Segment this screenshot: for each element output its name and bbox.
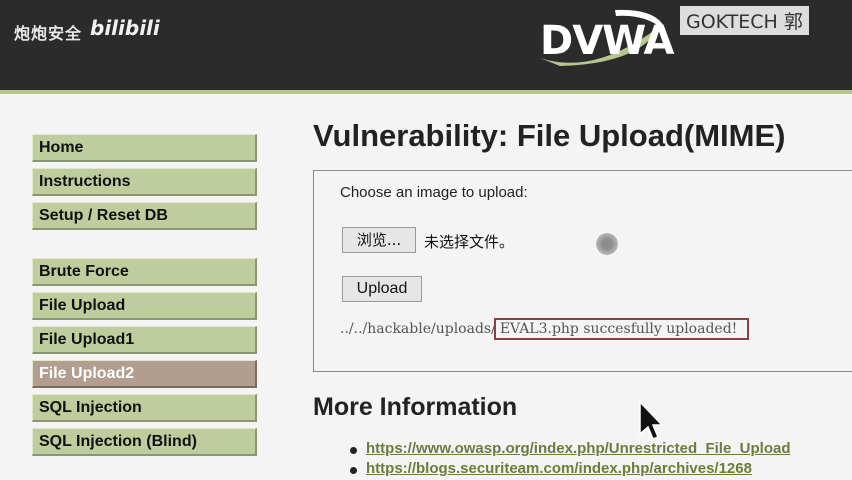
sidebar-item-file-upload2[interactable]: File Upload2 bbox=[32, 360, 257, 388]
securiteam-link[interactable]: https://blogs.securiteam.com/index.php/a… bbox=[366, 460, 752, 477]
upload-result-message: ../../hackable/uploads/EVAL3.php succesf… bbox=[340, 318, 750, 340]
sidebar-item-file-upload[interactable]: File Upload bbox=[32, 292, 257, 320]
upload-result-highlight: EVAL3.php succesfully uploaded! bbox=[493, 318, 750, 340]
click-indicator-icon bbox=[596, 233, 618, 255]
header-banner: 炮炮安全 bilibili DVWA GOKTECH 郭 bbox=[0, 0, 852, 94]
watermark-bilibili-logo: bilibili bbox=[90, 16, 160, 40]
sidebar-item-instructions[interactable]: Instructions bbox=[32, 168, 257, 196]
upload-result-path: ../../hackable/uploads/ bbox=[340, 321, 496, 337]
sidebar-item-home[interactable]: Home bbox=[32, 134, 257, 162]
sidebar-item-sql-injection[interactable]: SQL Injection bbox=[32, 394, 257, 422]
sidebar-item-setup-reset-db[interactable]: Setup / Reset DB bbox=[32, 202, 257, 230]
watermark-goktech: GOKTECH 郭 bbox=[680, 6, 809, 35]
list-item: https://www.owasp.org/index.php/Unrestri… bbox=[350, 440, 791, 460]
upload-button[interactable]: Upload bbox=[342, 276, 422, 302]
browse-file-button[interactable]: 浏览... bbox=[342, 227, 416, 253]
sidebar-item-brute-force[interactable]: Brute Force bbox=[32, 258, 257, 286]
more-information-links: https://www.owasp.org/index.php/Unrestri… bbox=[350, 440, 791, 480]
more-information-heading: More Information bbox=[313, 393, 518, 421]
dvwa-logo: DVWA bbox=[540, 18, 674, 64]
sidebar-item-file-upload1[interactable]: File Upload1 bbox=[32, 326, 257, 354]
page-title: Vulnerability: File Upload(MIME) bbox=[313, 118, 786, 153]
no-file-selected-label: 未选择文件。 bbox=[424, 233, 515, 251]
watermark-channel-name: 炮炮安全 bbox=[14, 24, 83, 43]
choose-image-label: Choose an image to upload: bbox=[340, 184, 528, 201]
sidebar-item-sql-injection-blind[interactable]: SQL Injection (Blind) bbox=[32, 428, 257, 456]
owasp-link[interactable]: https://www.owasp.org/index.php/Unrestri… bbox=[366, 440, 791, 457]
list-item: https://blogs.securiteam.com/index.php/a… bbox=[350, 460, 791, 480]
mouse-pointer-icon bbox=[639, 400, 664, 440]
